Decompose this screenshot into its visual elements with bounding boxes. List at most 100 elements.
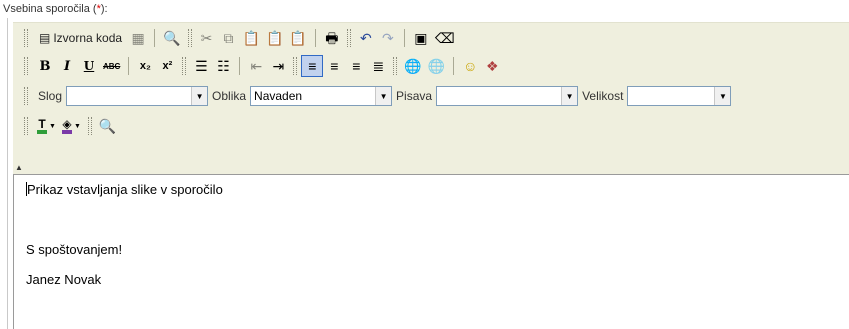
field-label-end: ):	[100, 3, 108, 15]
toolbar-grip	[182, 57, 187, 75]
paste-text-button[interactable]: 📋	[263, 27, 286, 49]
superscript-label: x²	[162, 60, 173, 72]
print-button[interactable]: 🖶	[321, 27, 343, 49]
italic-button[interactable]: I	[56, 55, 78, 77]
style-value	[67, 87, 191, 105]
editor-content[interactable]: Prikaz vstavljanja slike v sporočilo S s…	[13, 174, 849, 329]
cut-icon: ✂	[200, 30, 213, 46]
chevron-down-icon[interactable]: ▼	[375, 87, 392, 105]
toolbar-grip[interactable]	[24, 57, 28, 75]
toolbar-grip	[346, 29, 351, 47]
align-left-button[interactable]: ≡	[301, 55, 324, 77]
format-select[interactable]: Navaden ▼	[250, 86, 393, 106]
bold-button[interactable]: B	[34, 55, 56, 77]
eraser-icon: ⌫	[434, 30, 455, 46]
left-divider	[7, 18, 8, 329]
numbered-list-button[interactable]: ☰	[190, 55, 212, 77]
outdent-button[interactable]: ⇤	[245, 55, 267, 77]
align-center-button[interactable]: ≡	[323, 55, 345, 77]
collapse-toolbar-icon[interactable]: ▲	[15, 163, 23, 172]
text-color-icon: T	[37, 118, 47, 134]
undo-icon: ↶	[359, 30, 372, 46]
chevron-down-icon[interactable]: ▼	[714, 87, 731, 105]
toolbar-row-1: ▤ Izvorna koda ▦ 🔍 ✂ ⧉ 📋 📋 📋 🖶 ↶ ↷ ▣ ⌫	[22, 25, 458, 51]
cube-icon: ❖	[485, 58, 499, 74]
chevron-down-icon: ▼	[49, 122, 56, 130]
align-justify-button[interactable]: ≣	[367, 55, 389, 77]
outdent-icon: ⇤	[250, 58, 263, 74]
paste-button[interactable]: 📋	[240, 27, 263, 49]
subscript-button[interactable]: x₂	[134, 55, 156, 77]
font-value	[437, 87, 561, 105]
preview-button[interactable]: 🔍	[160, 27, 183, 49]
remove-format-button[interactable]: ⌫	[432, 27, 458, 49]
paste-word-button[interactable]: 📋	[286, 27, 309, 49]
paste-text-icon: 📋	[265, 30, 284, 46]
select-all-button[interactable]: ▣	[410, 27, 432, 49]
separator	[403, 29, 405, 47]
text-color-button[interactable]: T ▼	[34, 115, 59, 137]
editor-line: Prikaz vstavljanja slike v sporočilo	[26, 182, 837, 198]
toolbar-grip	[293, 57, 298, 75]
redo-icon: ↷	[381, 30, 394, 46]
cut-button[interactable]: ✂	[196, 27, 218, 49]
templates-button[interactable]: ▦	[127, 27, 149, 49]
indent-icon: ⇥	[272, 58, 285, 74]
select-all-icon: ▣	[414, 30, 428, 46]
templates-icon: ▦	[131, 30, 145, 46]
bg-color-button[interactable]: ◈ ▼	[59, 115, 84, 137]
underline-button[interactable]: U	[78, 55, 100, 77]
bulleted-list-icon: ☷	[217, 58, 230, 74]
link-button[interactable]: 🌐	[401, 55, 424, 77]
toolbar-grip	[87, 117, 92, 135]
source-button[interactable]: ▤ Izvorna koda	[34, 27, 127, 49]
font-select[interactable]: ▼	[436, 86, 579, 106]
separator	[154, 29, 156, 47]
align-right-button[interactable]: ≡	[345, 55, 367, 77]
style-label: Slog	[38, 89, 63, 103]
size-value	[628, 87, 714, 105]
editor-line	[26, 212, 837, 228]
unlink-icon: 🌐	[427, 58, 446, 74]
format-label: Oblika	[212, 89, 247, 103]
bulleted-list-button[interactable]: ☷	[212, 55, 234, 77]
align-center-icon: ≡	[330, 58, 339, 74]
indent-button[interactable]: ⇥	[267, 55, 289, 77]
unlink-button[interactable]: 🌐	[425, 55, 448, 77]
editor-line: S spoštovanjem!	[26, 242, 123, 257]
show-blocks-button[interactable]: 🔍	[96, 115, 119, 137]
style-select[interactable]: ▼	[66, 86, 209, 106]
numbered-list-icon: ☰	[195, 58, 208, 74]
bg-color-icon: ◈	[61, 118, 72, 134]
font-label: Pisava	[396, 89, 433, 103]
preview-icon: 🔍	[163, 30, 181, 46]
toolbar-grip[interactable]	[24, 117, 28, 135]
smiley-button[interactable]: ☺	[459, 55, 481, 77]
size-select[interactable]: ▼	[627, 86, 732, 106]
align-right-icon: ≡	[352, 58, 361, 74]
chevron-down-icon[interactable]: ▼	[561, 87, 578, 105]
undo-button[interactable]: ↶	[355, 27, 377, 49]
toolbar-grip[interactable]	[24, 29, 28, 47]
strikethrough-button[interactable]: ABC	[100, 55, 123, 77]
field-label: Vsebina sporočila (*):	[3, 3, 108, 15]
toolbar-grip[interactable]	[24, 87, 28, 105]
paste-word-icon: 📋	[289, 30, 307, 46]
print-icon: 🖶	[325, 30, 339, 46]
source-icon: ▤	[39, 31, 51, 45]
separator	[314, 29, 316, 47]
separator	[239, 57, 241, 75]
separator	[128, 57, 130, 75]
align-left-icon: ≡	[308, 58, 317, 74]
special-char-button[interactable]: ❖	[481, 55, 503, 77]
toolbar-grip	[393, 57, 398, 75]
underline-label: U	[83, 59, 95, 73]
field-label-text: Vsebina sporočila (	[3, 3, 97, 15]
chevron-down-icon[interactable]: ▼	[191, 87, 208, 105]
copy-button[interactable]: ⧉	[218, 27, 240, 49]
link-icon: 🌐	[404, 58, 422, 74]
redo-button[interactable]: ↷	[377, 27, 399, 49]
editor-line-text: Prikaz vstavljanja slike v sporočilo	[27, 182, 223, 197]
strike-label: ABC	[103, 61, 121, 71]
superscript-button[interactable]: x²	[156, 55, 178, 77]
